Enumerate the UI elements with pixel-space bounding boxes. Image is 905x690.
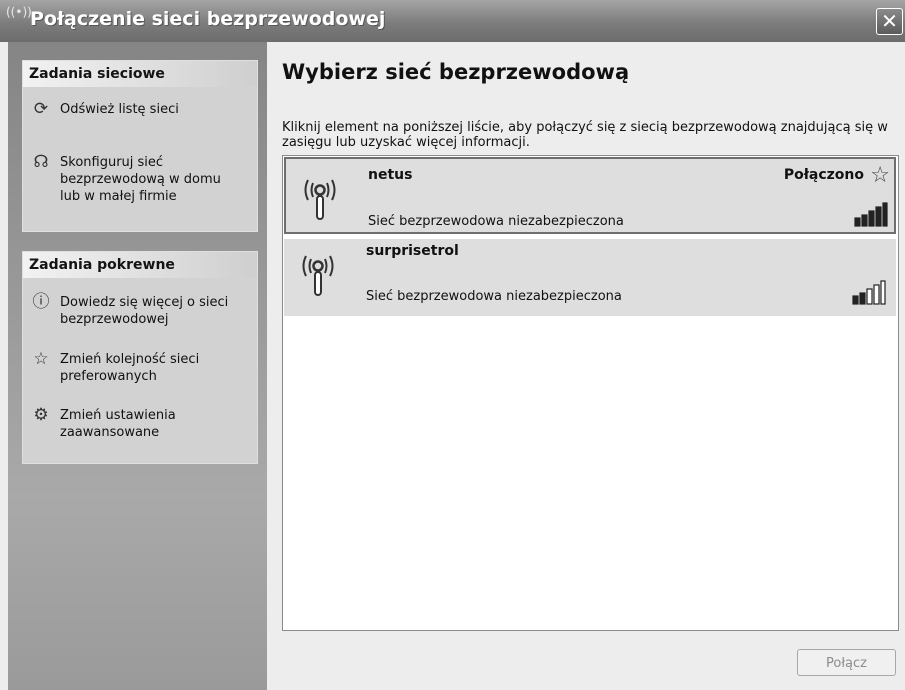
settings-icon: ⚙ bbox=[33, 405, 49, 425]
window-title: Połączenie sieci bezprzewodowej bbox=[30, 8, 386, 30]
network-list[interactable]: netus Sieć bezprzewodowa niezabezpieczon… bbox=[282, 155, 899, 631]
network-name: surprisetrol bbox=[366, 243, 459, 259]
network-security: Sieć bezprzewodowa niezabezpieczona bbox=[366, 289, 622, 304]
change-advanced-settings-link[interactable]: ⚙ Zmień ustawienia zaawansowane bbox=[27, 407, 253, 445]
related-tasks-panel: Zadania pokrewne ⓘ Dowiedz się więcej o … bbox=[22, 251, 258, 464]
task-label: Odśwież listę sieci bbox=[60, 102, 179, 117]
setup-home-network-link[interactable]: ☊ Skonfiguruj sieć bezprzewodową w domu … bbox=[27, 154, 253, 209]
sidebar: Zadania sieciowe ⟳ Odśwież listę sieci ☊… bbox=[8, 42, 267, 690]
change-preferred-order-link[interactable]: ☆ Zmień kolejność sieci preferowanych bbox=[27, 351, 253, 389]
task-label: Zmień ustawienia zaawansowane bbox=[60, 408, 176, 440]
related-tasks-heading: Zadania pokrewne bbox=[23, 252, 257, 278]
connection-status: Połączono bbox=[783, 167, 864, 183]
instructions-text: Kliknij element na poniższej liście, aby… bbox=[282, 120, 888, 150]
antenna-icon bbox=[302, 255, 334, 296]
network-item-surprisetrol[interactable]: surprisetrol Sieć bezprzewodowa niezabez… bbox=[284, 239, 896, 316]
connect-button[interactable]: Połącz bbox=[797, 649, 896, 676]
signal-strength-icon bbox=[854, 202, 888, 227]
wireless-icon: ((•)) bbox=[6, 5, 32, 19]
setup-wizard-icon: ☊ bbox=[33, 152, 49, 172]
network-item-netus[interactable]: netus Sieć bezprzewodowa niezabezpieczon… bbox=[284, 157, 896, 234]
network-security: Sieć bezprzewodowa niezabezpieczona bbox=[368, 214, 624, 229]
signal-strength-icon bbox=[852, 280, 886, 305]
antenna-icon bbox=[304, 179, 336, 220]
title-bar: ((•)) Połączenie sieci bezprzewodowej ✕ bbox=[0, 0, 905, 42]
task-label: Dowiedz się więcej o sieci bezprzewodowe… bbox=[60, 295, 229, 327]
learn-about-wireless-link[interactable]: ⓘ Dowiedz się więcej o sieci bezprzewodo… bbox=[27, 294, 253, 332]
main-content: Wybierz sieć bezprzewodową Kliknij eleme… bbox=[267, 42, 905, 690]
preferred-star-icon: ☆ bbox=[870, 163, 890, 188]
refresh-icon: ⟳ bbox=[33, 99, 49, 119]
network-name: netus bbox=[368, 167, 413, 183]
task-label: Skonfiguruj sieć bezprzewodową w domu lu… bbox=[60, 155, 221, 204]
close-button[interactable]: ✕ bbox=[876, 8, 903, 35]
network-tasks-heading: Zadania sieciowe bbox=[23, 61, 257, 87]
network-tasks-panel: Zadania sieciowe ⟳ Odśwież listę sieci ☊… bbox=[22, 60, 258, 232]
info-icon: ⓘ bbox=[32, 292, 50, 312]
wireless-connection-window: ((•)) Połączenie sieci bezprzewodowej ✕ … bbox=[0, 0, 905, 690]
page-title: Wybierz sieć bezprzewodową bbox=[282, 60, 630, 84]
refresh-network-list-link[interactable]: ⟳ Odśwież listę sieci bbox=[27, 101, 253, 123]
task-label: Zmień kolejność sieci preferowanych bbox=[60, 352, 200, 384]
star-icon: ☆ bbox=[33, 349, 49, 369]
